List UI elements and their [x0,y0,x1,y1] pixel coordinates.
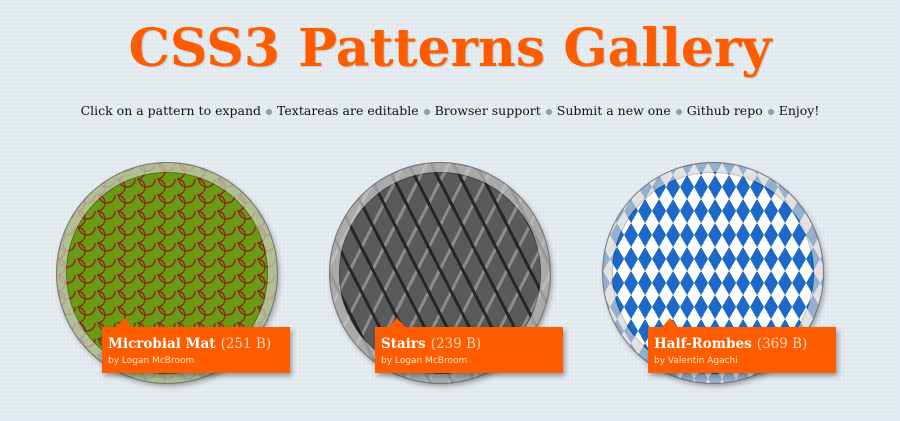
nav-link-github[interactable]: Github repo [687,103,763,118]
pattern-author: by Logan McBroom [108,356,195,366]
nav-item-enjoy: Enjoy! [778,103,820,118]
pattern-card-microbial-mat[interactable]: Microbial Mat (251 B) by Logan McBroom [57,163,297,383]
nav-item-expand: Click on a pattern to expand [80,103,262,118]
bullet-icon [423,108,430,115]
bullet-icon [545,108,552,115]
pattern-name: Half-Rombes [654,336,752,352]
pattern-name: Stairs [381,336,426,352]
pattern-size: (239 B) [430,336,482,352]
nav-link-submit[interactable]: Submit a new one [557,103,671,118]
page-title: CSS3 Patterns Gallery [128,18,772,79]
bullet-icon [675,108,682,115]
bullet-icon [266,108,273,115]
pattern-author: by Logan McBroom [381,356,468,366]
pattern-author: by Valentin Agachi [654,356,738,366]
pattern-name: Microbial Mat [108,336,216,352]
pattern-label[interactable]: Half-Rombes (369 B) by Valentin Agachi [648,318,836,373]
pattern-size: (369 B) [756,336,808,352]
nav-link-browser-support[interactable]: Browser support [435,103,541,118]
pattern-size: (251 B) [220,336,272,352]
pattern-label[interactable]: Microbial Mat (251 B) by Logan McBroom [102,318,290,373]
pattern-label[interactable]: Stairs (239 B) by Logan McBroom [375,318,563,373]
nav-item-editable: Textareas are editable [277,103,419,118]
nav-bar: Click on a pattern to expand Textareas ar… [0,103,900,118]
pattern-card-half-rombes[interactable]: Half-Rombes (369 B) by Valentin Agachi [603,163,843,383]
bullet-icon [767,108,774,115]
pattern-card-stairs[interactable]: Stairs (239 B) by Logan McBroom [330,163,570,383]
